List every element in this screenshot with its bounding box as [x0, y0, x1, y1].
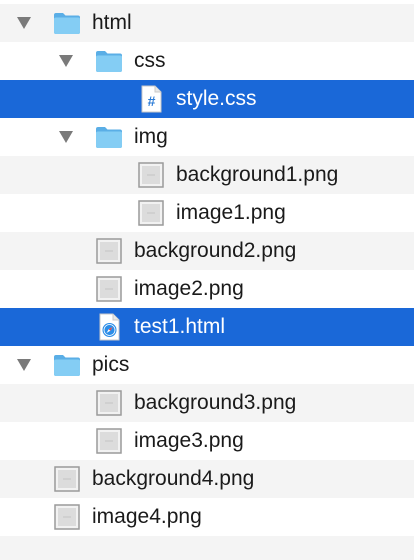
tree-row[interactable]: # style.css — [0, 80, 414, 118]
tree-row[interactable]: image4.png — [0, 498, 414, 536]
svg-text:#: # — [148, 93, 156, 109]
tree-row-label: image3.png — [134, 429, 244, 452]
tree-row-label: html — [92, 11, 132, 34]
image-file-icon — [52, 464, 82, 494]
tree-row-label: css — [134, 49, 166, 72]
tree-row[interactable]: background1.png — [0, 156, 414, 194]
image-file-icon — [94, 426, 124, 456]
tree-row[interactable]: css — [0, 42, 414, 80]
tree-row[interactable]: background4.png — [0, 460, 414, 498]
folder-icon — [94, 122, 124, 152]
tree-row-label: pics — [92, 353, 130, 376]
tree-row[interactable]: image3.png — [0, 422, 414, 460]
tree-row[interactable]: image2.png — [0, 270, 414, 308]
image-file-icon — [94, 388, 124, 418]
tree-row-label: background4.png — [92, 467, 255, 490]
image-file-icon — [94, 236, 124, 266]
tree-row-label: image4.png — [92, 505, 202, 528]
tree-row-label: test1.html — [134, 315, 226, 338]
tree-row-label: background1.png — [176, 163, 339, 186]
disclosure-triangle-icon[interactable] — [17, 17, 31, 29]
empty-row — [0, 536, 414, 560]
tree-row[interactable]: pics — [0, 346, 414, 384]
html-file-icon — [94, 312, 124, 342]
folder-icon — [52, 8, 82, 38]
disclosure-triangle-icon[interactable] — [17, 359, 31, 371]
tree-row[interactable]: background2.png — [0, 232, 414, 270]
css-file-icon: # — [136, 84, 166, 114]
tree-row-label: img — [134, 125, 168, 148]
tree-row-label: background2.png — [134, 239, 297, 262]
tree-row-label: background3.png — [134, 391, 297, 414]
image-file-icon — [136, 198, 166, 228]
tree-row-label: image2.png — [134, 277, 244, 300]
tree-row[interactable]: background3.png — [0, 384, 414, 422]
disclosure-triangle-icon[interactable] — [59, 55, 73, 67]
image-file-icon — [52, 502, 82, 532]
tree-row-label: style.css — [176, 87, 257, 110]
tree-row[interactable]: image1.png — [0, 194, 414, 232]
image-file-icon — [94, 274, 124, 304]
disclosure-triangle-icon[interactable] — [59, 131, 73, 143]
file-tree: html css # style.css img background1.png image… — [0, 0, 414, 560]
folder-icon — [94, 46, 124, 76]
image-file-icon — [136, 160, 166, 190]
folder-icon — [52, 350, 82, 380]
tree-row[interactable]: test1.html — [0, 308, 414, 346]
tree-row[interactable]: img — [0, 118, 414, 156]
tree-row[interactable]: html — [0, 4, 414, 42]
tree-row-label: image1.png — [176, 201, 286, 224]
